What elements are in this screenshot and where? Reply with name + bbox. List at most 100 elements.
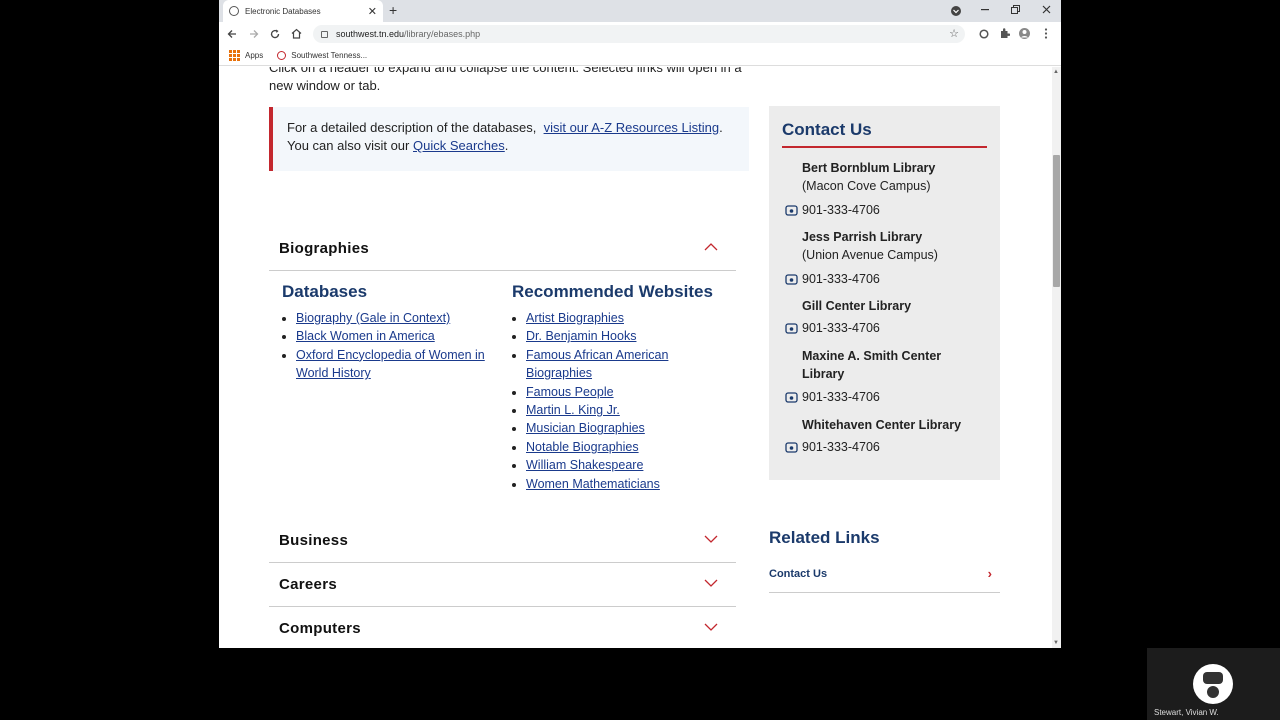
profile-menu-icon[interactable]: [951, 6, 961, 16]
lock-icon: [321, 30, 328, 38]
avatar: [1193, 664, 1233, 704]
phone-bornblum[interactable]: 901-333-4706: [785, 203, 880, 217]
accordion-label: Biographies: [279, 240, 369, 257]
accordion-label: Careers: [279, 576, 337, 593]
database-link[interactable]: Oxford Encyclopedia of Women in World Hi…: [296, 348, 485, 380]
extensions-puzzle-icon[interactable]: [999, 28, 1010, 39]
menu-kebab-icon[interactable]: [1044, 28, 1048, 39]
website-link[interactable]: Dr. Benjamin Hooks: [526, 329, 636, 343]
location-parrish: Jess Parrish Library (Union Avenue Campus…: [802, 228, 938, 264]
database-link[interactable]: Black Women in America: [296, 329, 435, 343]
bookmarks-bar: Apps Southwest Tenness...: [219, 46, 1061, 66]
list-item: Biography (Gale in Context): [296, 309, 497, 327]
accordion-biographies[interactable]: Biographies: [269, 227, 736, 271]
website-link[interactable]: Martin L. King Jr.: [526, 403, 620, 417]
website-link[interactable]: Musician Biographies: [526, 421, 645, 435]
tab-strip: Electronic Databases ✕ +: [219, 0, 1061, 22]
reload-icon[interactable]: [270, 29, 280, 39]
accordion-computers[interactable]: Computers: [269, 607, 736, 648]
related-links-heading: Related Links: [769, 528, 880, 547]
chevron-down-icon: [704, 623, 718, 631]
participant-name: Stewart, Vivian W.: [1154, 708, 1219, 717]
website-link[interactable]: Famous People: [526, 385, 614, 399]
phone-parrish[interactable]: 901-333-4706: [785, 272, 880, 286]
contact-box: Contact Us Bert Bornblum Library (Macon C…: [769, 106, 1000, 480]
scroll-up-icon[interactable]: ▲: [1053, 69, 1059, 75]
tab-electronic-databases[interactable]: Electronic Databases ✕: [223, 0, 383, 22]
address-bar[interactable]: southwest.tn.edu/library/ebases.php ☆: [313, 25, 965, 43]
url-host: southwest.tn.edu: [336, 29, 405, 39]
website-link[interactable]: William Shakespeare: [526, 458, 643, 472]
chevron-down-icon: [704, 579, 718, 587]
phone-whitehaven[interactable]: 901-333-4706: [785, 440, 880, 454]
phone-icon: [785, 391, 798, 403]
websites-list: Artist Biographies Dr. Benjamin Hooks Fa…: [512, 309, 712, 493]
scrollbar-thumb[interactable]: [1053, 155, 1060, 287]
related-link-label: Contact Us: [769, 568, 828, 580]
list-item: Dr. Benjamin Hooks: [526, 327, 712, 345]
webcam-tile: Stewart, Vivian W.: [1147, 648, 1280, 720]
list-item: Black Women in America: [296, 327, 497, 345]
recommended-websites-heading: Recommended Websites: [512, 282, 713, 301]
location-name: Whitehaven Center Library: [802, 418, 962, 432]
restore-icon[interactable]: [1011, 5, 1020, 14]
databases-heading: Databases: [282, 282, 368, 301]
accordion-business[interactable]: Business: [269, 519, 736, 563]
website-link[interactable]: Notable Biographies: [526, 440, 639, 454]
account-icon[interactable]: [1019, 28, 1030, 39]
back-icon[interactable]: [227, 29, 237, 39]
accordion-careers[interactable]: Careers: [269, 563, 736, 607]
phone-number: 901-333-4706: [802, 272, 880, 286]
phone-number: 901-333-4706: [802, 203, 880, 217]
page-content: Click on a header to expand and collapse…: [219, 67, 1052, 648]
scroll-down-icon[interactable]: ▼: [1053, 640, 1059, 646]
apps-grid-icon: [229, 50, 240, 61]
phone-gill[interactable]: 901-333-4706: [785, 321, 880, 335]
list-item: Women Mathematicians: [526, 475, 712, 493]
home-icon[interactable]: [291, 28, 302, 39]
database-link[interactable]: Biography (Gale in Context): [296, 311, 450, 325]
quick-searches-link[interactable]: Quick Searches: [413, 138, 505, 153]
forward-icon[interactable]: [249, 29, 259, 39]
southwest-logo-icon: [277, 51, 287, 60]
website-link[interactable]: Women Mathematicians: [526, 477, 660, 491]
vertical-scrollbar[interactable]: ▲ ▼: [1052, 67, 1061, 648]
list-item: Famous African American Biographies: [526, 346, 712, 383]
bookmark-apps[interactable]: Apps: [229, 50, 263, 61]
location-name: Maxine A. Smith Center Library: [802, 349, 942, 381]
phone-number: 901-333-4706: [802, 440, 880, 454]
phone-maxine-smith[interactable]: 901-333-4706: [785, 390, 880, 404]
website-link[interactable]: Artist Biographies: [526, 311, 624, 325]
bookmark-southwest-label: Southwest Tenness...: [291, 51, 368, 60]
bookmark-southwest[interactable]: Southwest Tenness...: [277, 51, 367, 60]
resources-callout: For a detailed description of the databa…: [269, 107, 749, 171]
accordion-label: Business: [279, 532, 349, 549]
extension-circle-icon[interactable]: [979, 29, 989, 39]
list-item: Musician Biographies: [526, 419, 712, 437]
callout-text-1: For a detailed description of the databa…: [287, 120, 537, 135]
location-campus: (Macon Cove Campus): [802, 179, 931, 193]
phone-icon: [785, 441, 798, 453]
location-name: Bert Bornblum Library: [802, 161, 936, 175]
globe-icon: [229, 6, 239, 16]
website-link[interactable]: Famous African American Biographies: [526, 348, 668, 380]
list-item: Famous People: [526, 383, 712, 401]
bookmark-star-icon[interactable]: ☆: [949, 27, 959, 40]
az-resources-link[interactable]: visit our A-Z Resources Listing: [544, 120, 720, 135]
close-tab-icon[interactable]: ✕: [368, 5, 377, 18]
databases-list: Biography (Gale in Context) Black Women …: [282, 309, 497, 383]
contact-title: Contact Us: [782, 120, 987, 148]
url-path: /library/ebases.php: [404, 29, 481, 39]
phone-icon: [785, 322, 798, 334]
chevron-down-icon: [704, 535, 718, 543]
close-window-icon[interactable]: [1042, 5, 1051, 14]
location-name: Gill Center Library: [802, 299, 912, 313]
minimize-icon[interactable]: [981, 9, 989, 11]
phone-number: 901-333-4706: [802, 321, 880, 335]
location-gill: Gill Center Library: [802, 297, 911, 315]
related-contact-us-link[interactable]: Contact Us ›: [769, 560, 1000, 593]
phone-icon: [785, 204, 798, 216]
location-whitehaven: Whitehaven Center Library: [802, 416, 961, 434]
new-tab-button[interactable]: +: [389, 2, 397, 18]
tab-title: Electronic Databases: [245, 6, 321, 16]
